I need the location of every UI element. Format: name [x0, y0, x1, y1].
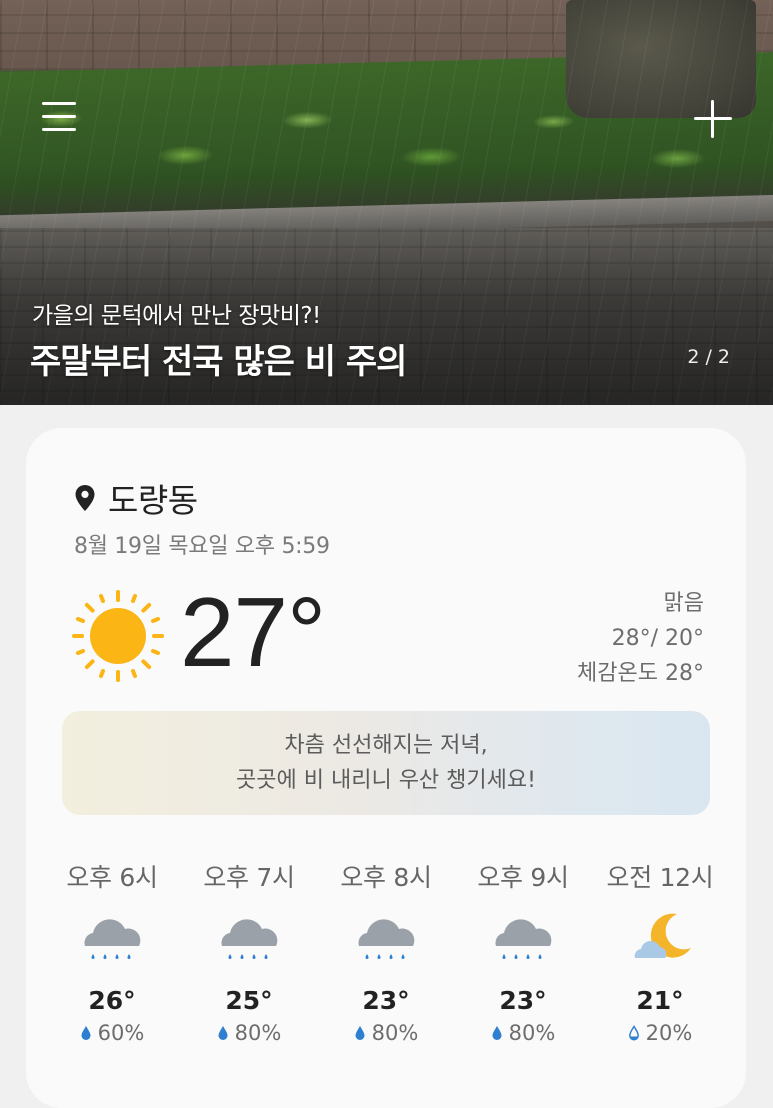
raindrop-icon [355, 1026, 365, 1040]
precip-value: 80% [508, 1021, 556, 1045]
location-row[interactable]: 도량동 [74, 478, 198, 520]
rain-cloud-icon [84, 919, 141, 959]
hourly-item[interactable]: 오후 6시 26° 60% [46, 858, 182, 1045]
hour-temperature: 26° [88, 986, 136, 1015]
hour-precip: 80% [453, 1021, 593, 1045]
hero-banner[interactable]: 가을의 문턱에서 만난 장맛비?! 주말부터 전국 많은 비 주의 2 / 2 [0, 0, 773, 405]
hour-time: 오후 9시 [477, 863, 569, 892]
hero-title: 주말부터 전국 많은 비 주의 [30, 342, 407, 382]
raindrop-outline-icon [628, 1025, 639, 1041]
hour-precip: 60% [46, 1021, 182, 1045]
plus-icon[interactable] [692, 98, 734, 140]
location-name: 도량동 [108, 481, 198, 520]
hour-temperature: 21° [636, 986, 684, 1015]
condition-block: 맑음 28°/ 20° 체감온도 28° [577, 586, 704, 691]
hour-precip: 20% [590, 1021, 730, 1045]
hourly-item[interactable]: 오후 9시 23° 80% [453, 858, 593, 1045]
message-line-1: 차츰 선선해지는 저녁, [284, 733, 488, 758]
location-pin-icon [75, 485, 95, 511]
hero-pager: 2 / 2 [687, 346, 730, 368]
high-low-temp: 28°/ 20° [611, 626, 704, 651]
hourly-item[interactable]: 오전 12시 21° 20% [590, 858, 730, 1045]
hour-precip: 80% [179, 1021, 319, 1045]
condition-text: 맑음 [663, 591, 704, 616]
sun-icon [72, 590, 164, 682]
moon-cloud-icon [634, 913, 691, 958]
hourly-item[interactable]: 오후 8시 23° 80% [316, 858, 456, 1045]
precip-value: 60% [97, 1021, 145, 1045]
hour-temperature: 25° [225, 986, 273, 1015]
precip-value: 80% [234, 1021, 282, 1045]
current-temperature: 27° [180, 577, 326, 687]
hero-subtitle: 가을의 문턱에서 만난 장맛비?! [32, 303, 321, 329]
message-line-2: 곳곳에 비 내리니 우산 챙기세요! [236, 768, 536, 793]
hour-time: 오후 6시 [66, 863, 158, 892]
weather-card[interactable]: 도량동 8월 19일 목요일 오후 5:59 27° 맑음 28°/ 20° 체… [26, 428, 746, 1108]
raindrop-icon [81, 1026, 91, 1040]
feels-like-temp: 체감온도 28° [577, 661, 704, 686]
weather-message-banner[interactable]: 차츰 선선해지는 저녁, 곳곳에 비 내리니 우산 챙기세요! [62, 711, 710, 815]
precip-value: 80% [371, 1021, 419, 1045]
hour-time: 오후 7시 [203, 863, 295, 892]
raindrop-icon [218, 1026, 228, 1040]
hamburger-menu-icon[interactable] [42, 100, 78, 134]
hour-temperature: 23° [499, 986, 547, 1015]
precip-value: 20% [645, 1021, 693, 1045]
rain-cloud-icon [358, 919, 415, 959]
rain-cloud-icon [221, 919, 278, 959]
hour-precip: 80% [316, 1021, 456, 1045]
hour-temperature: 23° [362, 986, 410, 1015]
hourly-forecast[interactable]: 오후 6시 26° 60% 오후 7시 25° 80% 오후 8시 23° 80… [46, 858, 746, 1048]
hourly-item[interactable]: 오후 7시 25° 80% [179, 858, 319, 1045]
raindrop-icon [492, 1026, 502, 1040]
rain-cloud-icon [495, 919, 552, 959]
current-datetime: 8월 19일 목요일 오후 5:59 [74, 534, 330, 559]
hour-time: 오전 12시 [606, 863, 714, 892]
hour-time: 오후 8시 [340, 863, 432, 892]
